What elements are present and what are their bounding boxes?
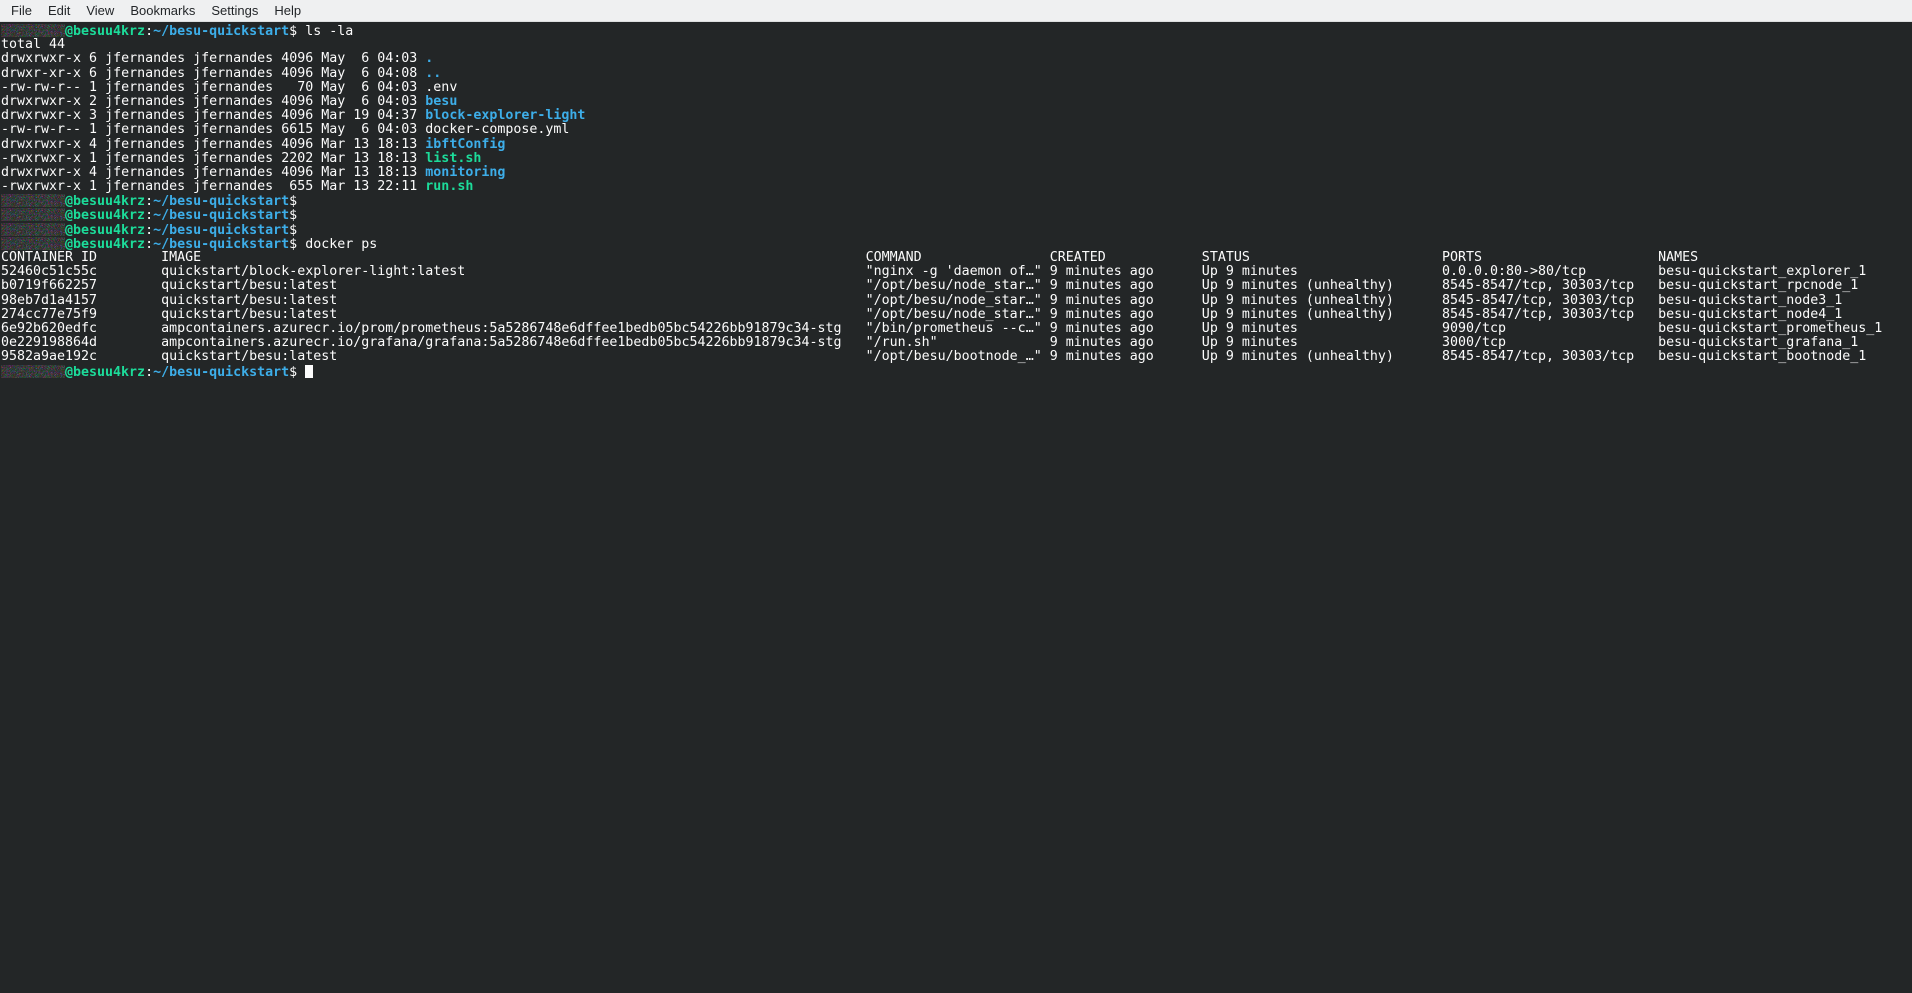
ls-row-filename: monitoring xyxy=(425,165,505,180)
prompt-symbol: $ xyxy=(289,24,297,39)
ls-row-meta: drwxrwxr-x 2 jfernandes jfernandes 4096 … xyxy=(1,94,425,109)
terminal-screen[interactable]: @besuu4krz:~/besu-quickstart$ ls -latota… xyxy=(0,22,1912,379)
docker-row-text: b0719f662257 quickstart/besu:latest "/op… xyxy=(1,278,1858,293)
prompt-line: @besuu4krz:~/besu-quickstart$ ls -la xyxy=(1,24,1912,38)
ls-row: drwxrwxr-x 3 jfernandes jfernandes 4096 … xyxy=(1,109,1912,123)
prompt-separator: : xyxy=(145,208,153,223)
menu-item-help[interactable]: Help xyxy=(266,1,309,20)
prompt-path: ~/besu-quickstart xyxy=(153,24,289,39)
redacted-username xyxy=(1,223,65,236)
ls-row: -rw-rw-r-- 1 jfernandes jfernandes 70 Ma… xyxy=(1,81,1912,95)
ls-row-filename: run.sh xyxy=(425,179,473,194)
menu-item-file[interactable]: File xyxy=(3,1,40,20)
ls-row-meta: drwxrwxr-x 6 jfernandes jfernandes 4096 … xyxy=(1,51,425,66)
prompt-separator: : xyxy=(145,24,153,39)
ls-row-filename: .. xyxy=(425,66,441,81)
terminal-text xyxy=(297,365,305,380)
menu-item-view[interactable]: View xyxy=(78,1,122,20)
ls-row: drwxrwxr-x 4 jfernandes jfernandes 4096 … xyxy=(1,166,1912,180)
prompt-path: ~/besu-quickstart xyxy=(153,208,289,223)
ls-row-meta: drwxrwxr-x 4 jfernandes jfernandes 4096 … xyxy=(1,165,425,180)
prompt-separator: : xyxy=(145,194,153,209)
prompt-host: @besuu4krz xyxy=(65,208,145,223)
ls-row: drwxr-xr-x 6 jfernandes jfernandes 4096 … xyxy=(1,67,1912,81)
prompt-symbol: $ xyxy=(289,223,297,238)
docker-row-text: 6e92b620edfc ampcontainers.azurecr.io/pr… xyxy=(1,321,1882,336)
redacted-username xyxy=(1,208,65,221)
ls-row-filename: block-explorer-light xyxy=(425,108,585,123)
ls-row: drwxrwxr-x 4 jfernandes jfernandes 4096 … xyxy=(1,138,1912,152)
docker-row: 9582a9ae192c quickstart/besu:latest "/op… xyxy=(1,350,1912,364)
docker-row-text: 0e229198864d ampcontainers.azurecr.io/gr… xyxy=(1,335,1858,350)
docker-row: 52460c51c55c quickstart/block-explorer-l… xyxy=(1,265,1912,279)
command-text: ls -la xyxy=(297,24,353,39)
prompt-host: @besuu4krz xyxy=(65,365,145,380)
prompt-line: @besuu4krz:~/besu-quickstart$ xyxy=(1,194,1912,208)
prompt-symbol: $ xyxy=(289,194,297,209)
docker-header-text: CONTAINER ID IMAGE COMMAND CREATED STATU… xyxy=(1,250,1698,265)
ls-row-meta: -rw-rw-r-- 1 jfernandes jfernandes 6615 … xyxy=(1,122,425,137)
prompt-symbol: $ xyxy=(289,365,297,380)
prompt-host: @besuu4krz xyxy=(65,194,145,209)
docker-row-text: 52460c51c55c quickstart/block-explorer-l… xyxy=(1,264,1866,279)
ls-row-meta: -rw-rw-r-- 1 jfernandes jfernandes 70 Ma… xyxy=(1,80,425,95)
docker-row-text: 274cc77e75f9 quickstart/besu:latest "/op… xyxy=(1,307,1842,322)
prompt-line: @besuu4krz:~/besu-quickstart$ xyxy=(1,365,1912,379)
prompt-separator: : xyxy=(145,365,153,380)
menu-bar: FileEditViewBookmarksSettingsHelp xyxy=(0,0,1912,22)
ls-row-meta: -rwxrwxr-x 1 jfernandes jfernandes 655 M… xyxy=(1,179,425,194)
redacted-username xyxy=(1,237,65,250)
prompt-path: ~/besu-quickstart xyxy=(153,365,289,380)
ls-row-filename: .env xyxy=(425,80,457,95)
ls-row: -rw-rw-r-- 1 jfernandes jfernandes 6615 … xyxy=(1,123,1912,137)
prompt-line: @besuu4krz:~/besu-quickstart$ xyxy=(1,223,1912,237)
ls-row-filename: ibftConfig xyxy=(425,137,505,152)
prompt-line: @besuu4krz:~/besu-quickstart$ xyxy=(1,208,1912,222)
prompt-host: @besuu4krz xyxy=(65,24,145,39)
ls-row-filename: list.sh xyxy=(425,151,481,166)
ls-row-meta: -rwxrwxr-x 1 jfernandes jfernandes 2202 … xyxy=(1,151,425,166)
prompt-line: @besuu4krz:~/besu-quickstart$ docker ps xyxy=(1,237,1912,251)
ls-row: drwxrwxr-x 6 jfernandes jfernandes 4096 … xyxy=(1,52,1912,66)
prompt-path: ~/besu-quickstart xyxy=(153,223,289,238)
docker-row-text: 98eb7d1a4157 quickstart/besu:latest "/op… xyxy=(1,293,1842,308)
menu-item-bookmarks[interactable]: Bookmarks xyxy=(122,1,203,20)
menu-item-edit[interactable]: Edit xyxy=(40,1,78,20)
redacted-username xyxy=(1,194,65,207)
ls-row-meta: drwxrwxr-x 3 jfernandes jfernandes 4096 … xyxy=(1,108,425,123)
terminal-cursor xyxy=(305,365,313,379)
ls-row-meta: drwxr-xr-x 6 jfernandes jfernandes 4096 … xyxy=(1,66,425,81)
docker-row: 98eb7d1a4157 quickstart/besu:latest "/op… xyxy=(1,294,1912,308)
menu-item-settings[interactable]: Settings xyxy=(203,1,266,20)
docker-row: 274cc77e75f9 quickstart/besu:latest "/op… xyxy=(1,308,1912,322)
ls-row: drwxrwxr-x 2 jfernandes jfernandes 4096 … xyxy=(1,95,1912,109)
prompt-symbol: $ xyxy=(289,208,297,223)
prompt-host: @besuu4krz xyxy=(65,223,145,238)
redacted-username xyxy=(1,24,65,37)
redacted-username xyxy=(1,365,65,378)
ls-total: total 44 xyxy=(1,37,65,52)
ls-row: -rwxrwxr-x 1 jfernandes jfernandes 655 M… xyxy=(1,180,1912,194)
docker-row-text: 9582a9ae192c quickstart/besu:latest "/op… xyxy=(1,349,1866,364)
ls-row-meta: drwxrwxr-x 4 jfernandes jfernandes 4096 … xyxy=(1,137,425,152)
docker-header-row: CONTAINER ID IMAGE COMMAND CREATED STATU… xyxy=(1,251,1912,265)
ls-total-line: total 44 xyxy=(1,38,1912,52)
docker-row: 6e92b620edfc ampcontainers.azurecr.io/pr… xyxy=(1,322,1912,336)
prompt-path: ~/besu-quickstart xyxy=(153,194,289,209)
docker-row: 0e229198864d ampcontainers.azurecr.io/gr… xyxy=(1,336,1912,350)
ls-row: -rwxrwxr-x 1 jfernandes jfernandes 2202 … xyxy=(1,152,1912,166)
prompt-separator: : xyxy=(145,223,153,238)
docker-row: b0719f662257 quickstart/besu:latest "/op… xyxy=(1,279,1912,293)
ls-row-filename: besu xyxy=(425,94,457,109)
ls-row-filename: . xyxy=(425,51,433,66)
ls-row-filename: docker-compose.yml xyxy=(425,122,569,137)
